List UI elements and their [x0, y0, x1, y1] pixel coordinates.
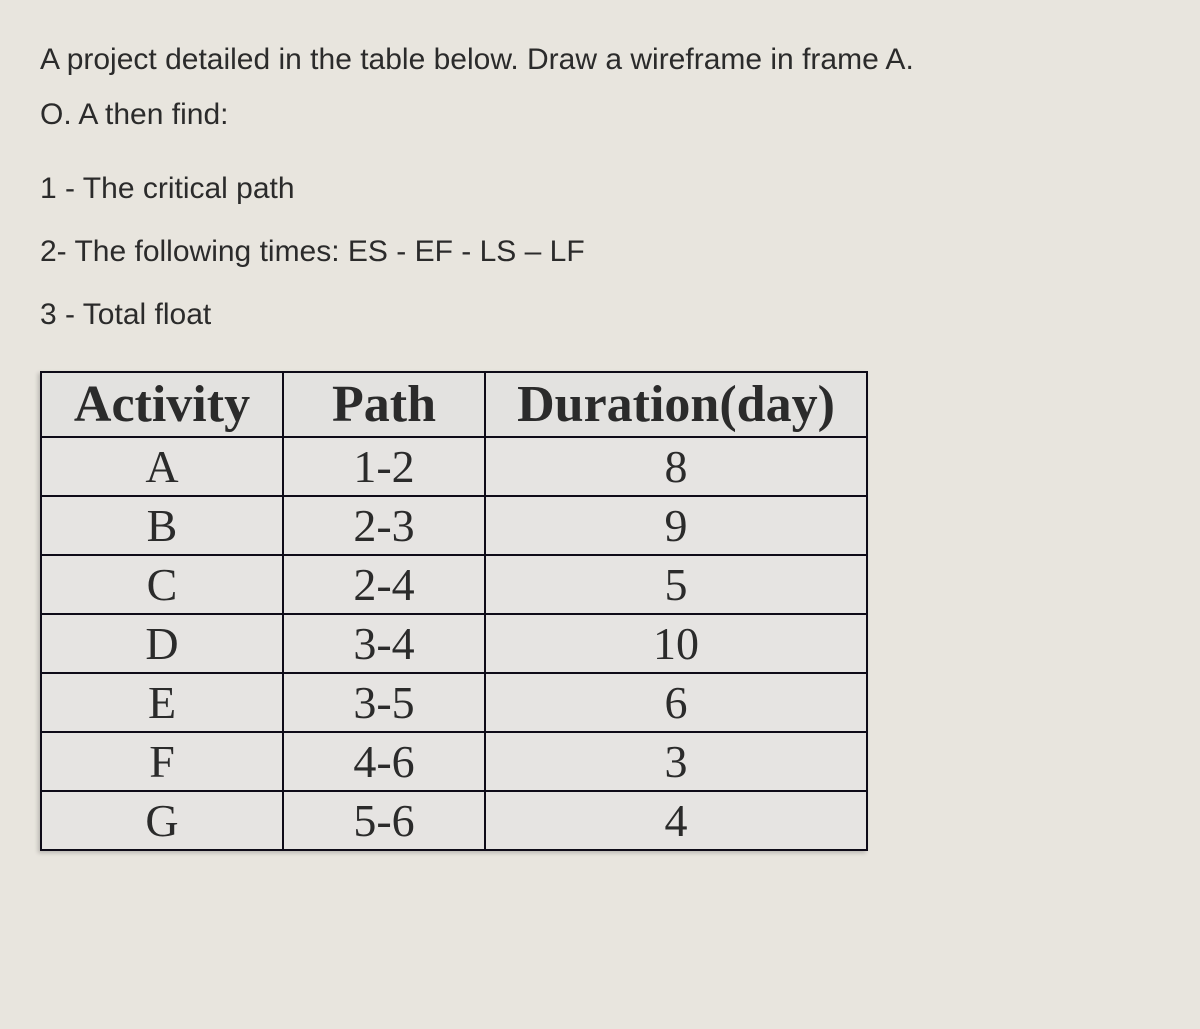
- cell-path: 5-6: [283, 791, 485, 850]
- cell-duration: 10: [485, 614, 867, 673]
- cell-path: 4-6: [283, 732, 485, 791]
- cell-path: 2-4: [283, 555, 485, 614]
- intro-text: A project detailed in the table below. D…: [40, 34, 1160, 140]
- table-header-row: Activity Path Duration(day): [41, 372, 867, 437]
- cell-activity: B: [41, 496, 283, 555]
- cell-path: 3-5: [283, 673, 485, 732]
- intro-line-2: O. A then find:: [40, 89, 1160, 140]
- table-row: G 5-6 4: [41, 791, 867, 850]
- question-list: 1 - The critical path 2- The following t…: [40, 160, 1160, 343]
- header-activity: Activity: [41, 372, 283, 437]
- activity-table-wrap: Activity Path Duration(day) A 1-2 8 B 2-…: [40, 371, 868, 851]
- header-path: Path: [283, 372, 485, 437]
- cell-duration: 9: [485, 496, 867, 555]
- cell-duration: 6: [485, 673, 867, 732]
- table-row: E 3-5 6: [41, 673, 867, 732]
- activity-table: Activity Path Duration(day) A 1-2 8 B 2-…: [40, 371, 868, 851]
- cell-activity: A: [41, 437, 283, 496]
- cell-duration: 3: [485, 732, 867, 791]
- cell-activity: G: [41, 791, 283, 850]
- table-row: F 4-6 3: [41, 732, 867, 791]
- cell-activity: D: [41, 614, 283, 673]
- table-row: D 3-4 10: [41, 614, 867, 673]
- cell-path: 1-2: [283, 437, 485, 496]
- question-1: 1 - The critical path: [40, 160, 1160, 217]
- cell-activity: C: [41, 555, 283, 614]
- table-row: C 2-4 5: [41, 555, 867, 614]
- question-2: 2- The following times: ES - EF - LS – L…: [40, 223, 1160, 280]
- cell-duration: 5: [485, 555, 867, 614]
- intro-line-1: A project detailed in the table below. D…: [40, 34, 1160, 85]
- table-row: A 1-2 8: [41, 437, 867, 496]
- cell-path: 3-4: [283, 614, 485, 673]
- cell-path: 2-3: [283, 496, 485, 555]
- cell-duration: 8: [485, 437, 867, 496]
- cell-duration: 4: [485, 791, 867, 850]
- header-duration: Duration(day): [485, 372, 867, 437]
- cell-activity: E: [41, 673, 283, 732]
- cell-activity: F: [41, 732, 283, 791]
- question-3: 3 - Total float: [40, 286, 1160, 343]
- table-row: B 2-3 9: [41, 496, 867, 555]
